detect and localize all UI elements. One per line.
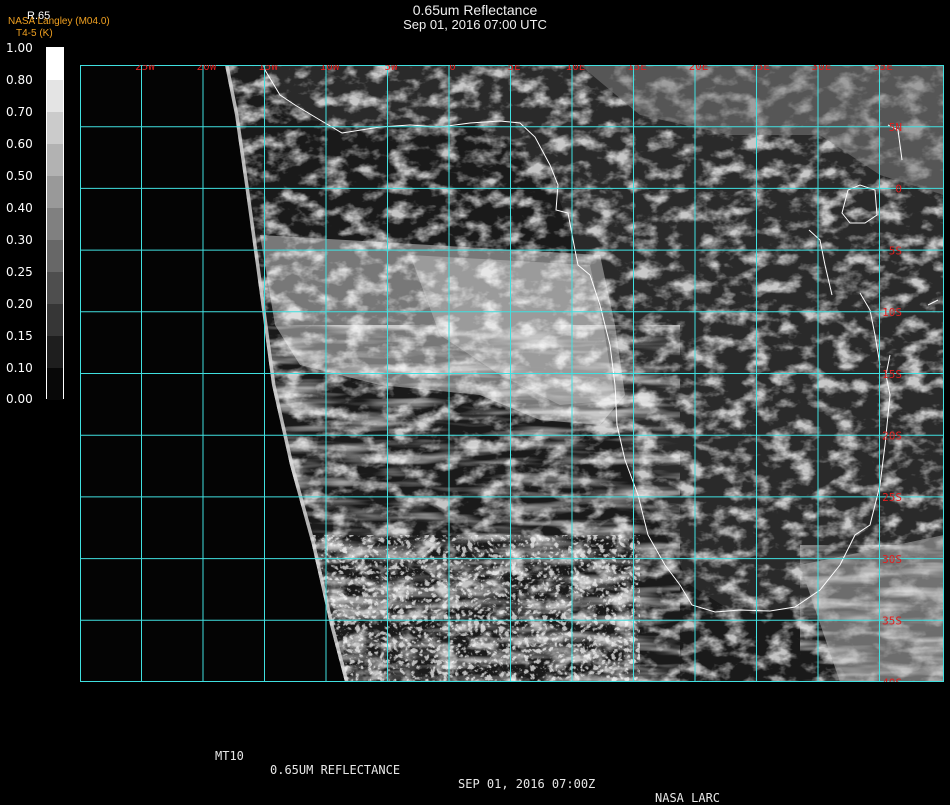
map-subtitle: Sep 01, 2016 07:00 UTC xyxy=(403,17,547,32)
latitude-label: 25S xyxy=(882,491,902,504)
colorbar-tick-label: 0.10 xyxy=(6,361,33,375)
footer-field: 0.65UM REFLECTANCE xyxy=(270,763,401,777)
longitude-label: 10E xyxy=(566,65,586,73)
map-svg: 25W 20W 15W 10W 5W 0 5E 10E 15E 20E 25E 30E 35E 5N 0 5S… xyxy=(80,65,944,682)
colorbar-tick-label: 0.25 xyxy=(6,265,33,279)
longitude-label: 0 xyxy=(449,65,456,73)
footer-bar: MT10 0.65UM REFLECTANCE SEP 01, 2016 07:… xyxy=(0,735,950,805)
longitude-label: 30E xyxy=(812,65,832,73)
latitude-label: 35S xyxy=(882,615,902,628)
colorbar-tick-label: 0.80 xyxy=(6,73,33,87)
longitude-label: 25W xyxy=(135,65,155,73)
latitude-label: 30S xyxy=(882,553,902,566)
footer-product: MT10 xyxy=(215,749,244,763)
satellite-map: 25W 20W 15W 10W 5W 0 5E 10E 15E 20E 25E 30E 35E 5N 0 5S… xyxy=(80,65,944,682)
latitude-label: 20S xyxy=(882,430,902,443)
colorbar-tick-label: 0.20 xyxy=(6,297,33,311)
colorbar-tick-label: 0.15 xyxy=(6,329,33,343)
longitude-label: 15W xyxy=(258,65,278,73)
latitude-label: 40S xyxy=(882,676,902,682)
colorbar-tick-label: 0.30 xyxy=(6,233,33,247)
map-title: 0.65um Reflectance xyxy=(412,2,538,18)
latitude-label: 0 xyxy=(895,183,902,196)
credit-line-2: T4-5 (K) xyxy=(16,28,53,39)
longitude-label: 10W xyxy=(320,65,340,73)
longitude-label: 5W xyxy=(384,65,398,73)
latitude-label: 5N xyxy=(889,121,902,134)
colorbar-tick-label: 0.40 xyxy=(6,201,33,215)
footer-datetime: SEP 01, 2016 07:00Z xyxy=(458,777,596,791)
credit-line-1: NASA Langley (M04.0) xyxy=(8,16,110,27)
footer-source: NASA LARC xyxy=(655,791,721,805)
longitude-label: 20E xyxy=(689,65,709,73)
colorbar-tick-label: 0.00 xyxy=(6,392,33,406)
colorbar-tick-label: 0.70 xyxy=(6,105,33,119)
colorbar-tick-label: 1.00 xyxy=(6,41,33,55)
latitude-label: 10S xyxy=(882,306,902,319)
longitude-label: 5E xyxy=(507,65,520,73)
colorbar xyxy=(46,47,64,400)
latitude-label: 5S xyxy=(889,244,902,257)
credit-text: NASA Langley (M04.0) T4-5 (K) xyxy=(8,16,110,40)
latitude-label: 15S xyxy=(882,368,902,381)
longitude-label: 25E xyxy=(750,65,770,73)
longitude-label: 15E xyxy=(627,65,647,73)
longitude-label: 35E xyxy=(873,65,893,73)
colorbar-tick-label: 0.50 xyxy=(6,169,33,183)
colorbar-tick-label: 0.60 xyxy=(6,137,33,151)
longitude-label: 20W xyxy=(197,65,217,73)
